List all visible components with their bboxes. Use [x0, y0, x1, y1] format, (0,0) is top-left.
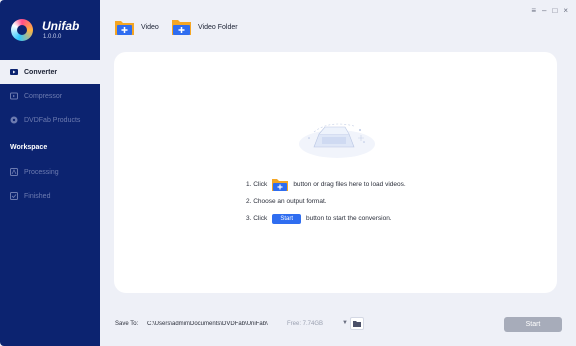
- minimize-icon[interactable]: –: [542, 6, 546, 15]
- step1-prefix: 1. Click: [246, 181, 268, 188]
- instructions: 1. Click button or drag files here to lo…: [246, 176, 406, 227]
- window-controls: ≡ – □ ×: [531, 6, 568, 15]
- browse-folder-button[interactable]: [350, 317, 364, 330]
- instruction-step-2: 2. Choose an output format.: [246, 193, 406, 210]
- maximize-icon[interactable]: □: [552, 6, 557, 15]
- start-button[interactable]: Start: [504, 317, 562, 332]
- mini-start-badge: Start: [272, 213, 301, 224]
- sidebar-item-label: Finished: [24, 192, 51, 200]
- sidebar-item-label: Compressor: [24, 92, 63, 100]
- dvdfab-products-icon: [10, 116, 18, 124]
- empty-state-illustration: [294, 112, 380, 162]
- free-space-text: Free: 7.74GB: [287, 321, 324, 327]
- sidebar-item-dvdfab-products[interactable]: DVDFab Products: [0, 108, 100, 132]
- sidebar-item-label: Processing: [24, 168, 59, 176]
- add-video-label: Video: [141, 23, 159, 31]
- processing-icon: [10, 168, 18, 176]
- save-to-label: Save To:: [115, 321, 139, 327]
- sidebar-item-finished[interactable]: Finished: [0, 184, 100, 208]
- bottom-bar: Save To: C:\Users\admin\Documents\DVDFab…: [100, 300, 576, 346]
- step1-suffix: button or drag files here to load videos…: [293, 181, 406, 188]
- mini-add-video-icon: [271, 178, 289, 192]
- drop-zone[interactable]: 1. Click button or drag files here to lo…: [114, 52, 557, 293]
- compressor-icon: [10, 92, 18, 100]
- sidebar-item-converter[interactable]: Converter: [0, 60, 100, 84]
- close-icon[interactable]: ×: [563, 6, 568, 15]
- step2-text: 2. Choose an output format.: [246, 198, 327, 205]
- sidebar: Unifab 1.0.0.0 Converter Compressor DVDF…: [0, 0, 100, 346]
- instruction-step-3: 3. Click Start button to start the conve…: [246, 210, 406, 227]
- folder-icon: [353, 321, 361, 327]
- workspace-title: Workspace: [10, 144, 48, 151]
- add-video-folder-button[interactable]: Video Folder: [171, 18, 238, 36]
- top-toolbar: Video Video Folder ≡ – □ ×: [100, 0, 576, 52]
- add-video-icon: [114, 18, 135, 36]
- output-path-field[interactable]: C:\Users\admin\Documents\DVDFab\UniFab\: [147, 321, 283, 327]
- add-video-folder-label: Video Folder: [198, 23, 238, 31]
- menu-icon[interactable]: ≡: [531, 6, 536, 15]
- sidebar-item-label: DVDFab Products: [24, 116, 81, 124]
- sidebar-item-processing[interactable]: Processing: [0, 160, 100, 184]
- sidebar-item-label: Converter: [24, 68, 58, 76]
- add-folder-icon: [171, 18, 192, 36]
- step3-suffix: button to start the conversion.: [305, 215, 392, 222]
- app-name: Unifab: [42, 19, 80, 33]
- sidebar-item-compressor[interactable]: Compressor: [0, 84, 100, 108]
- step3-prefix: 3. Click: [246, 215, 268, 222]
- converter-icon: [10, 68, 18, 76]
- add-video-button[interactable]: Video: [114, 18, 159, 36]
- app-logo-icon: [11, 19, 33, 41]
- finished-icon: [10, 192, 18, 200]
- chevron-down-icon[interactable]: ▼: [342, 320, 348, 326]
- logo-area: Unifab 1.0.0.0: [0, 0, 100, 60]
- app-version: 1.0.0.0: [43, 34, 62, 40]
- instruction-step-1: 1. Click button or drag files here to lo…: [246, 176, 406, 193]
